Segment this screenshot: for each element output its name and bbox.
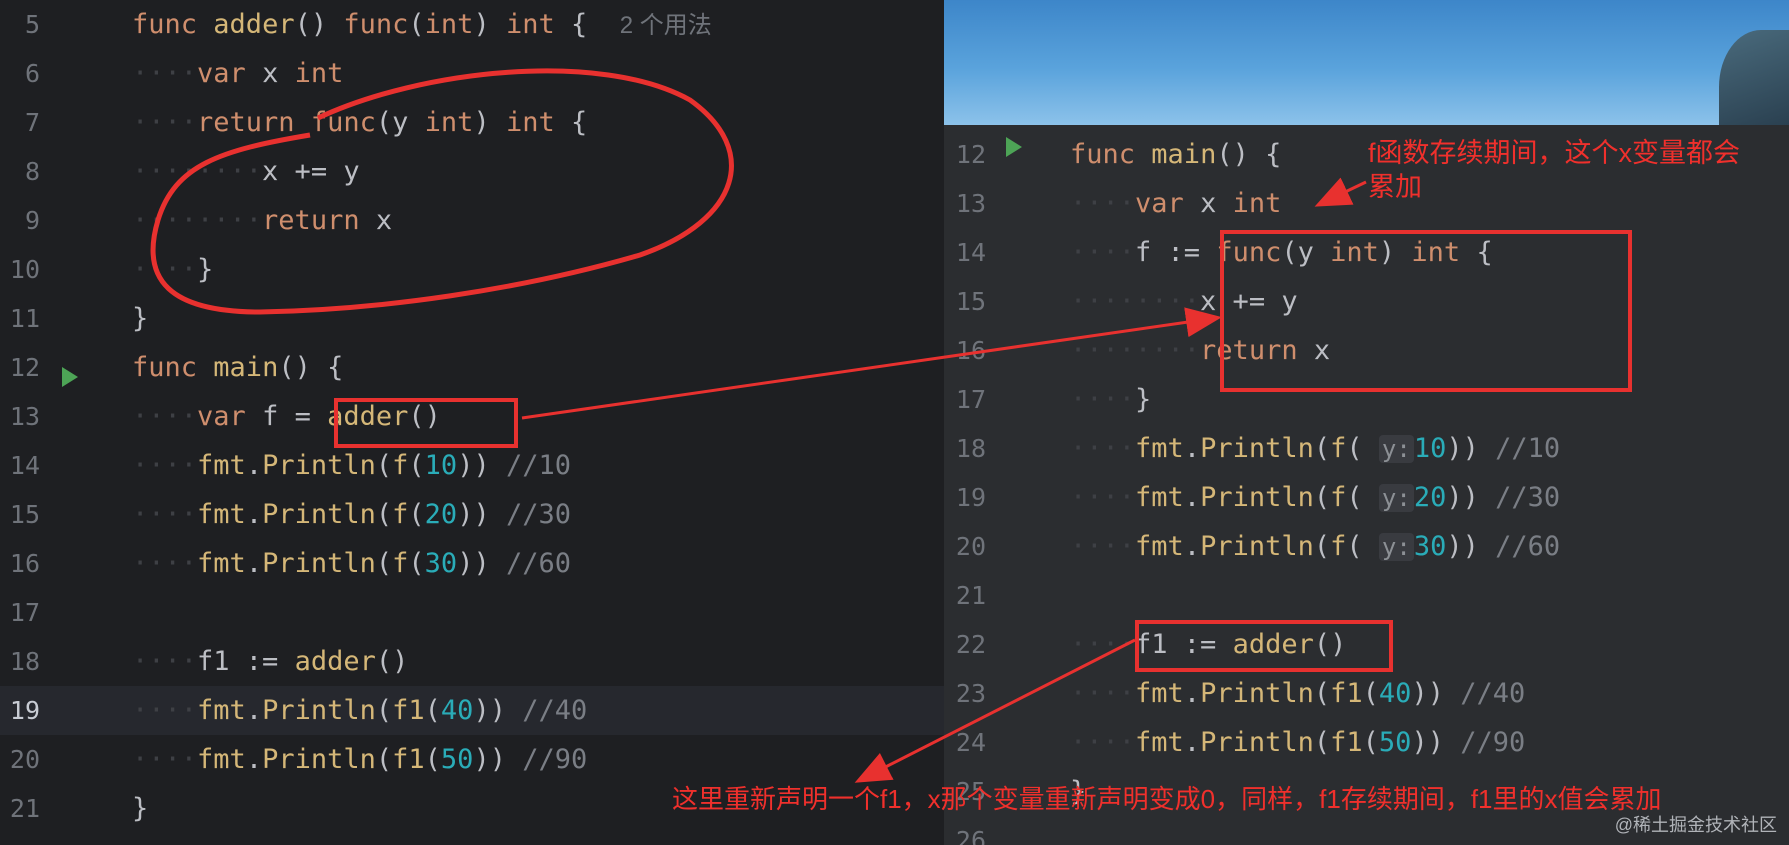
arrow-to-closure — [521, 307, 1222, 420]
annotation-drawings — [150, 68, 1367, 783]
circle-scribble — [150, 68, 734, 315]
arrow-to-var-x — [1314, 177, 1367, 207]
arrow-to-bottom-note — [854, 638, 1136, 783]
